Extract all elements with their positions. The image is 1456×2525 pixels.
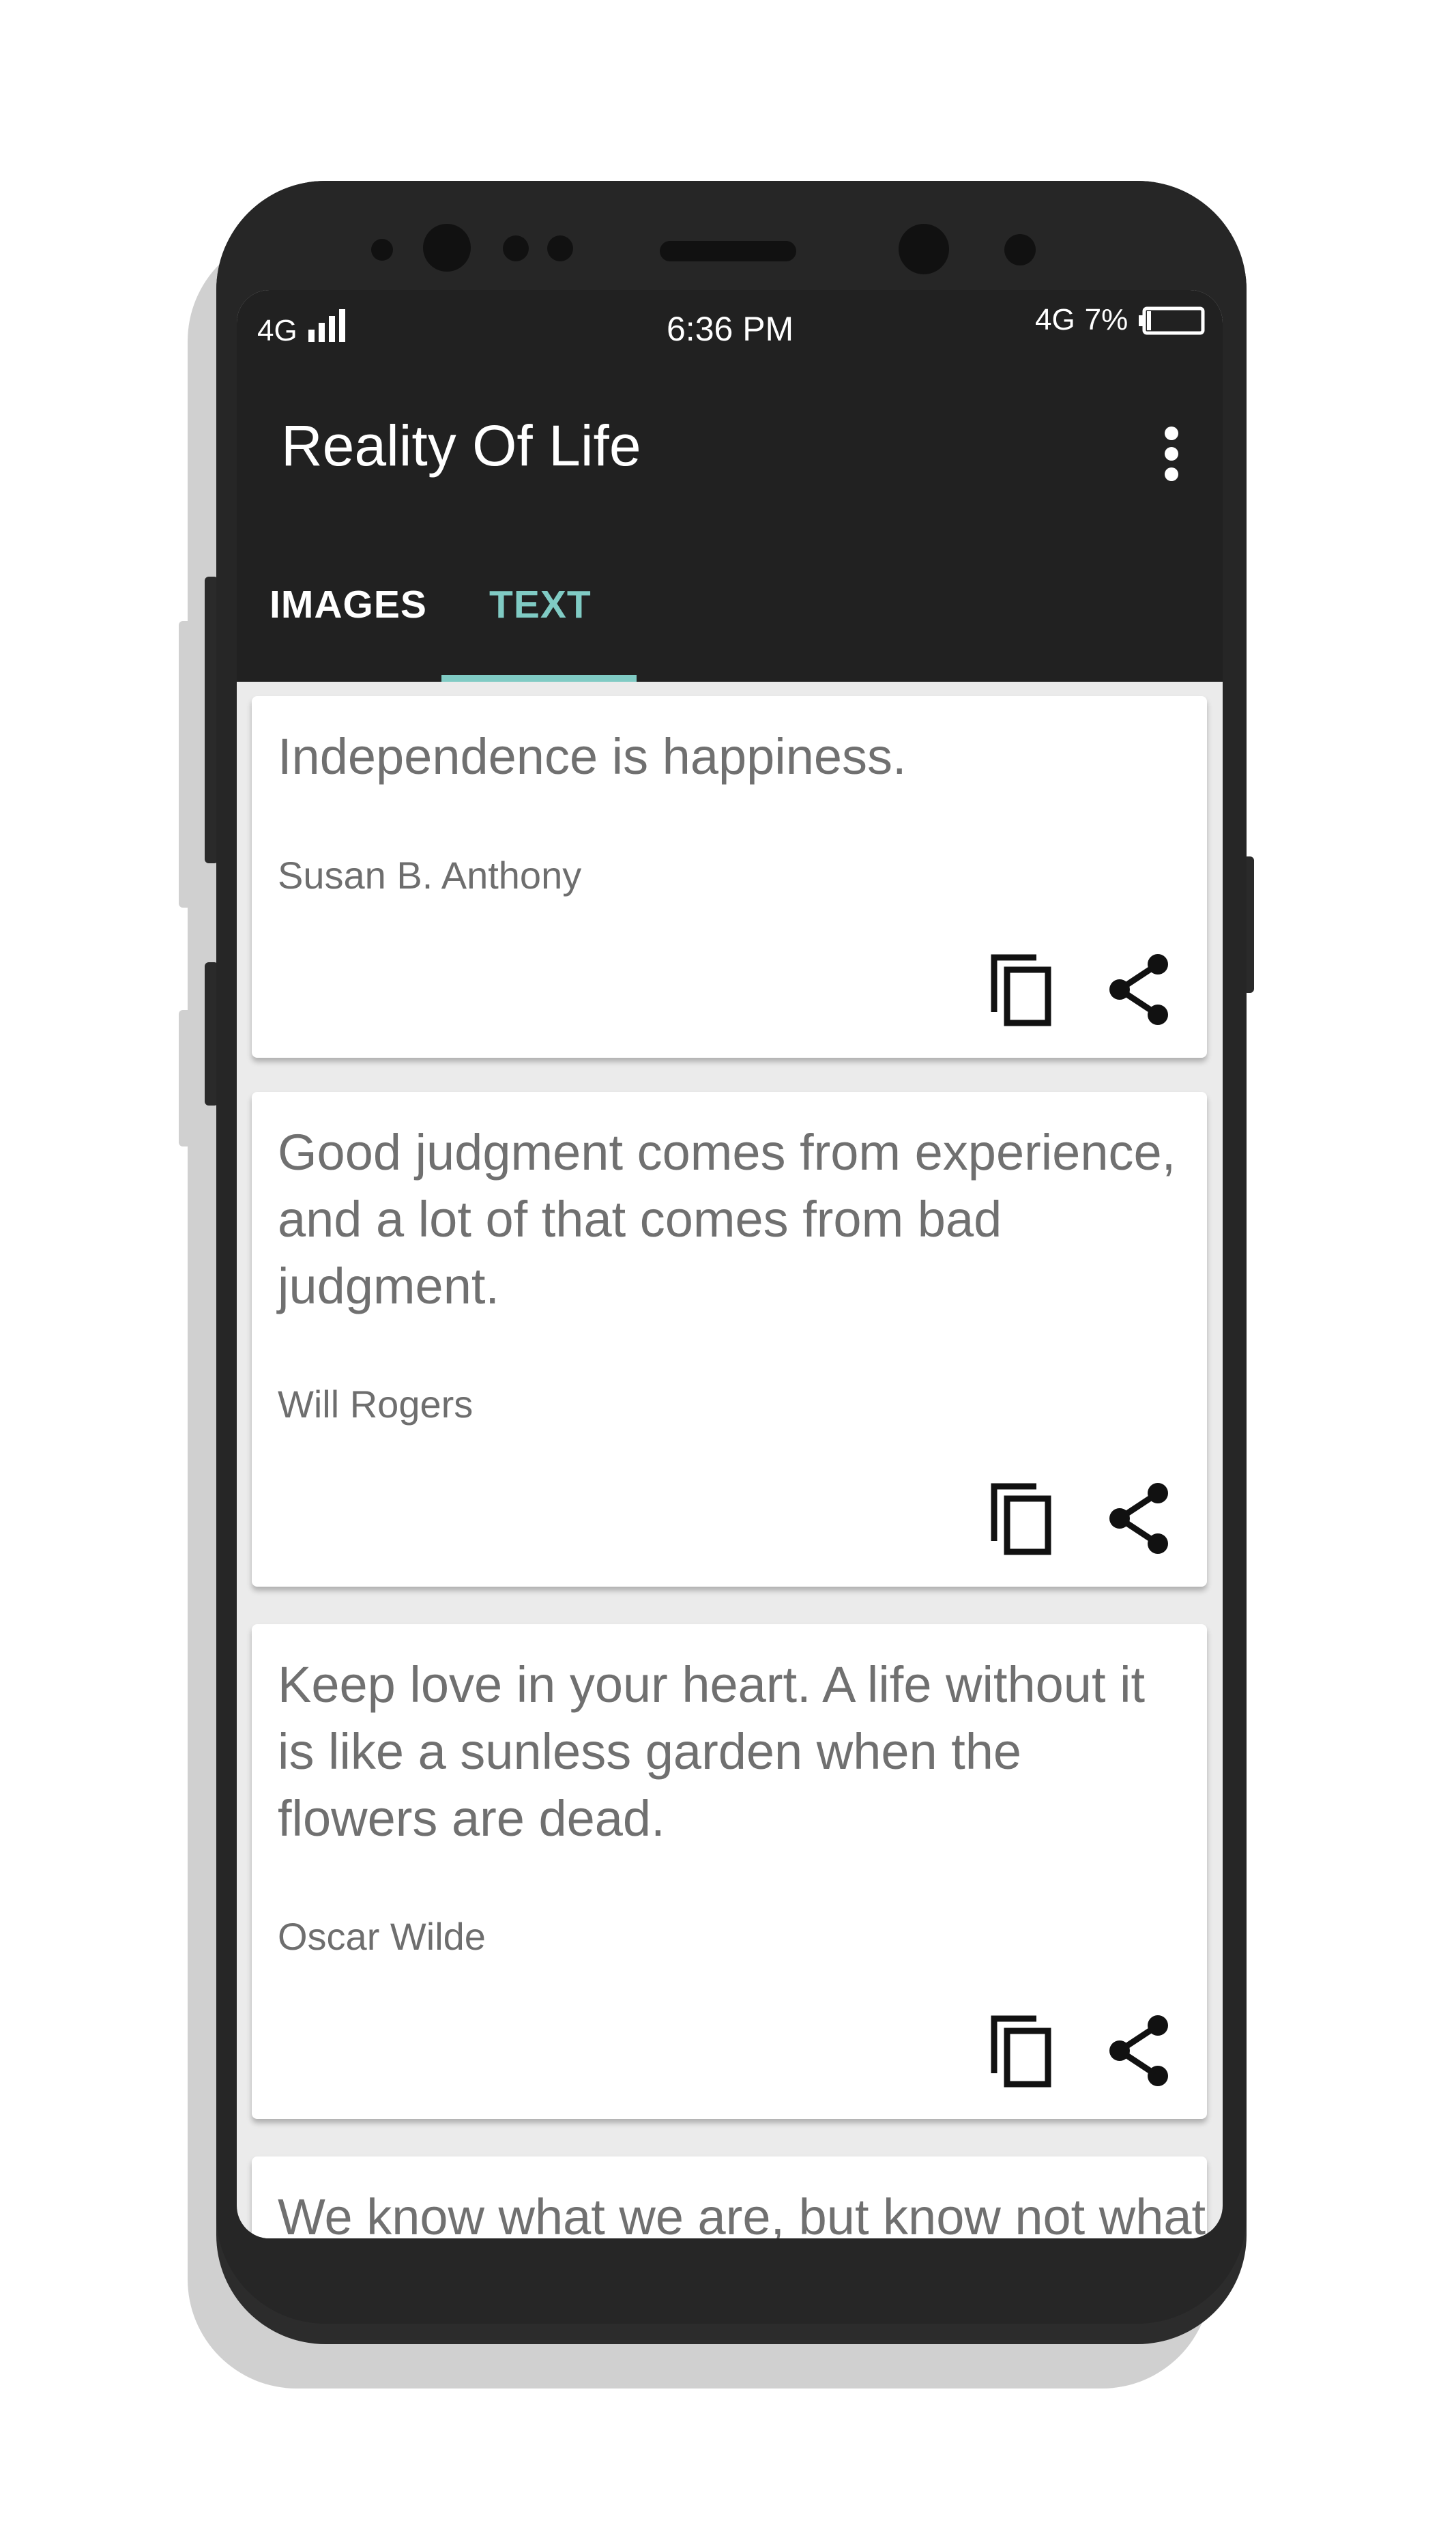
data-indicator: 4G bbox=[1035, 303, 1075, 336]
copy-icon[interactable] bbox=[989, 1481, 1057, 1556]
sensor-dot bbox=[547, 235, 573, 261]
clock: 6:36 PM bbox=[667, 310, 794, 348]
app-title: Reality Of Life bbox=[281, 414, 641, 478]
signal-status: 4G bbox=[257, 309, 349, 349]
quote-card: We know what we are, but know not what bbox=[252, 2156, 1207, 2238]
tab-images[interactable]: IMAGES bbox=[270, 582, 427, 627]
tab-indicator bbox=[441, 675, 637, 682]
quote-text: Good judgment comes from experience, and… bbox=[278, 1124, 1176, 1314]
copy-icon[interactable] bbox=[989, 2013, 1057, 2088]
share-icon[interactable] bbox=[1105, 952, 1173, 1027]
screen: 4G 6:36 PM 4G 7% Reality Of Life IMAGES … bbox=[237, 290, 1223, 2238]
app-bar: 4G 6:36 PM 4G 7% Reality Of Life IMAGES … bbox=[237, 290, 1223, 682]
quote-text: We know what we are, but know not what bbox=[278, 2189, 1206, 2238]
sensor-dot bbox=[371, 239, 393, 261]
side-button-shadow bbox=[179, 1010, 199, 1146]
copy-icon[interactable] bbox=[989, 952, 1057, 1027]
front-camera-secondary bbox=[899, 224, 949, 274]
earpiece-speaker bbox=[660, 241, 796, 261]
battery-status: 4G 7% bbox=[1035, 302, 1206, 342]
sensor-dot bbox=[503, 235, 529, 261]
quote-author: Will Rogers bbox=[278, 1383, 474, 1426]
quote-text: Independence is happiness. bbox=[278, 728, 907, 785]
quote-text: Keep love in your heart. A life without … bbox=[278, 1656, 1146, 1847]
quote-card: Good judgment comes from experience, and… bbox=[252, 1092, 1207, 1587]
quote-author: Oscar Wilde bbox=[278, 1915, 486, 1958]
share-icon[interactable] bbox=[1105, 2013, 1173, 2088]
side-button-shadow bbox=[179, 621, 199, 908]
more-vert-icon[interactable] bbox=[1158, 423, 1185, 485]
quote-author: Susan B. Anthony bbox=[278, 854, 582, 897]
phone-front: 4G 6:36 PM 4G 7% Reality Of Life IMAGES … bbox=[216, 181, 1247, 2324]
share-icon[interactable] bbox=[1105, 1481, 1173, 1556]
network-type: 4G bbox=[257, 314, 297, 347]
quote-card: Keep love in your heart. A life without … bbox=[252, 1624, 1207, 2119]
battery-percent: 7% bbox=[1084, 303, 1129, 336]
front-camera bbox=[423, 224, 471, 272]
battery-icon bbox=[1139, 306, 1205, 335]
phone-body: 4G 6:36 PM 4G 7% Reality Of Life IMAGES … bbox=[216, 181, 1247, 2344]
signal-icon bbox=[308, 309, 345, 342]
tab-text[interactable]: TEXT bbox=[489, 582, 592, 627]
quote-card: Independence is happiness. Susan B. Anth… bbox=[252, 696, 1207, 1058]
sensor-dot bbox=[1004, 234, 1036, 265]
